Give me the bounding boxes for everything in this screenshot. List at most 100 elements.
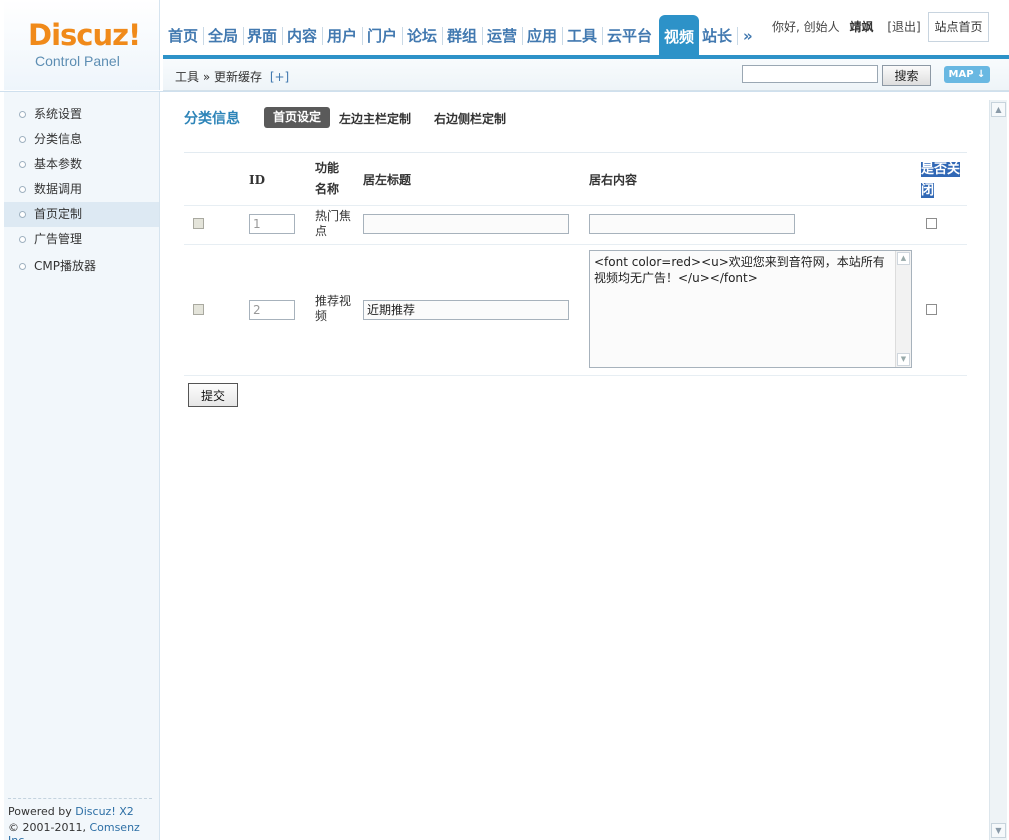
logo-word: Discuz! <box>28 18 141 52</box>
sidebar: 系统设置 分类信息 基本参数 数据调用 首页定制 广告管理 CMP播放器 Pow… <box>4 92 160 840</box>
tab-home-settings[interactable]: 首页设定 <box>264 107 330 128</box>
nav-portal[interactable]: 门户 <box>367 23 397 49</box>
sidebar-item-label: 分类信息 <box>34 132 83 146</box>
nav-forum[interactable]: 论坛 <box>407 23 437 49</box>
nav-global[interactable]: 全局 <box>208 23 238 49</box>
sidebar-item-label: CMP播放器 <box>34 259 96 273</box>
nav-groups[interactable]: 群组 <box>447 23 477 49</box>
sidebar-item-category-info[interactable]: 分类信息 <box>4 127 159 152</box>
search-button[interactable]: 搜索 <box>882 65 931 86</box>
nav-separator <box>482 27 483 45</box>
scroll-up-icon[interactable]: ▲ <box>897 252 910 265</box>
row-select-checkbox[interactable] <box>193 304 204 315</box>
submit-button[interactable]: 提交 <box>188 383 238 407</box>
nav-apps[interactable]: 应用 <box>527 23 557 49</box>
map-button[interactable]: MAP ↓ <box>944 66 990 83</box>
logo-subtitle: Control Panel <box>35 53 120 69</box>
bullet-icon <box>19 161 26 168</box>
bullet-icon <box>19 186 26 193</box>
id-field[interactable]: 1 <box>249 214 295 234</box>
header: Discuz! Control Panel 首页 全局 界面 内容 用户 门户 … <box>0 0 1009 92</box>
sidebar-item-cmp-player[interactable]: CMP播放器 <box>4 254 159 279</box>
header-left-title: 居左标题 <box>363 173 412 187</box>
sidebar-item-ad-management[interactable]: 广告管理 <box>4 227 159 252</box>
row-divider <box>184 205 967 206</box>
nav-separator <box>442 27 443 45</box>
powered-prefix: Powered by <box>8 805 76 818</box>
sidebar-item-data-call[interactable]: 数据调用 <box>4 177 159 202</box>
sidebar-item-label: 首页定制 <box>34 207 83 221</box>
nav-separator <box>402 27 403 45</box>
site-home-button[interactable]: 站点首页 <box>928 12 989 42</box>
table-top-border <box>184 152 967 153</box>
sub-bar: 工具 » 更新缓存 [+] 搜索 MAP ↓ <box>163 59 1009 91</box>
bullet-icon <box>19 136 26 143</box>
nav-cloud[interactable]: 云平台 <box>607 23 652 49</box>
nav-separator <box>602 27 603 45</box>
nav-content[interactable]: 内容 <box>287 23 317 49</box>
nav-more-icon[interactable]: » <box>743 23 753 49</box>
nav-video-active[interactable]: 视频 <box>659 15 699 57</box>
nav-separator <box>282 27 283 45</box>
id-field[interactable]: 2 <box>249 300 295 320</box>
copyright: © 2001-2011, Comsenz Inc. <box>8 821 159 840</box>
breadcrumb: 工具 » 更新缓存 [+] <box>175 68 289 85</box>
powered-by: Powered by Discuz! X2 <box>8 805 134 818</box>
nav-separator <box>322 27 323 45</box>
sidebar-item-homepage-custom[interactable]: 首页定制 <box>4 202 159 227</box>
bullet-icon <box>19 263 26 270</box>
bullet-icon <box>19 111 26 118</box>
user-info: 你好, 创始人 靖飒 [退出] <box>772 18 921 35</box>
close-checkbox[interactable] <box>926 218 937 229</box>
main-content: 分类信息 首页设定 左边主栏定制 右边侧栏定制 ID 功能名称 居左标题 居右内… <box>163 92 989 840</box>
nav-webmaster[interactable]: 站长 <box>702 23 732 49</box>
nav-interface[interactable]: 界面 <box>247 23 277 49</box>
scroll-down-icon[interactable]: ▼ <box>991 823 1006 838</box>
header-is-closed: 是否关闭 <box>921 162 961 198</box>
header-id: ID <box>249 173 266 187</box>
sidebar-item-basic-params[interactable]: 基本参数 <box>4 152 159 177</box>
header-right-content: 居右内容 <box>589 173 638 187</box>
page-scrollbar[interactable]: ▲ ▼ <box>989 100 1007 840</box>
textarea-text: <font color=red><u>欢迎您来到音符网，本站所有视频均无广告！<… <box>594 255 885 285</box>
function-name: 热门焦点 <box>315 209 352 238</box>
nav-separator <box>362 27 363 45</box>
nav-operations[interactable]: 运营 <box>487 23 517 49</box>
left-title-input[interactable]: 近期推荐 <box>363 300 569 320</box>
search-input[interactable] <box>742 65 878 83</box>
greeting: 你好, 创始人 <box>772 20 840 34</box>
nav-tools[interactable]: 工具 <box>567 23 597 49</box>
header-function-name: 功能名称 <box>315 161 340 196</box>
bullet-icon <box>19 211 26 218</box>
section-title: 分类信息 <box>184 111 240 127</box>
right-content-input[interactable] <box>589 214 795 234</box>
add-shortcut-link[interactable]: [+] <box>270 70 289 84</box>
textarea-scrollbar[interactable]: ▲ ▼ <box>895 251 911 367</box>
nav-separator <box>562 27 563 45</box>
nav-separator <box>203 27 204 45</box>
powered-brand-link[interactable]: Discuz! X2 <box>75 805 134 818</box>
scroll-up-icon[interactable]: ▲ <box>991 102 1006 117</box>
scroll-down-icon[interactable]: ▼ <box>897 353 910 366</box>
sidebar-item-system-settings[interactable]: 系统设置 <box>4 102 159 127</box>
sidebar-item-label: 基本参数 <box>34 157 83 171</box>
username: 靖飒 <box>849 20 874 34</box>
sidebar-item-label: 数据调用 <box>34 182 83 196</box>
nav-separator <box>522 27 523 45</box>
right-content-textarea[interactable]: <font color=red><u>欢迎您来到音符网，本站所有视频均无广告！<… <box>589 250 912 368</box>
row-select-checkbox[interactable] <box>193 218 204 229</box>
logo[interactable]: Discuz! Control Panel <box>4 0 160 90</box>
footer-divider <box>8 798 152 799</box>
bullet-icon <box>19 236 26 243</box>
left-title-input[interactable] <box>363 214 569 234</box>
nav-users[interactable]: 用户 <box>327 23 357 49</box>
tab-right-column[interactable]: 右边侧栏定制 <box>434 110 506 127</box>
nav-separator <box>737 27 738 45</box>
nav-home[interactable]: 首页 <box>168 23 198 49</box>
breadcrumb-text[interactable]: 工具 » 更新缓存 <box>175 70 262 84</box>
copyright-prefix: © 2001-2011, <box>8 821 90 834</box>
logout-link[interactable]: [退出] <box>887 20 920 34</box>
close-checkbox[interactable] <box>926 304 937 315</box>
row-divider <box>184 375 967 376</box>
tab-left-column[interactable]: 左边主栏定制 <box>339 110 411 127</box>
